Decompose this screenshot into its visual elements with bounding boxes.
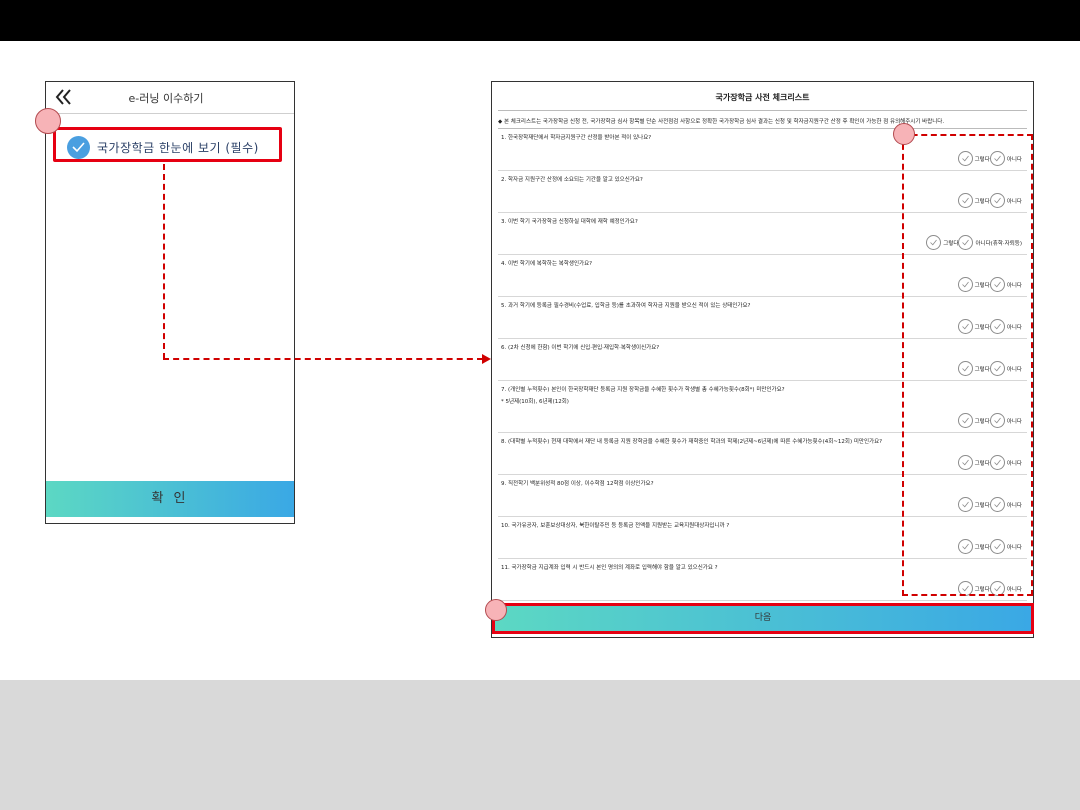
callout-marker <box>893 123 915 145</box>
callout-marker <box>485 599 507 621</box>
question-text: 10. 국가유공자, 보훈보상대상자, 북한이탈주민 등 등록금 전액을 지원받… <box>501 523 730 529</box>
question-note: * 5년제(10회), 6년제(12회) <box>501 399 569 405</box>
question-text: 9. 직전학기 백분위성적 80점 이상, 이수학점 12학점 이상인가요? <box>501 481 654 487</box>
mobile-header: e-러닝 이수하기 <box>46 82 294 114</box>
question-text: 4. 이번 학기에 복학하는 복학생인가요? <box>501 261 593 267</box>
divider <box>498 110 1027 111</box>
mobile-elearning-screen: e-러닝 이수하기 국가장학금 한눈에 보기 (필수) 확 인 <box>45 81 295 524</box>
slide-top-bar <box>0 0 1080 41</box>
question-text: 7. (개인별 누적횟수) 본인이 한국장학재단 등록금 지원 장학금을 수혜한… <box>501 387 785 393</box>
question-text: 1. 한국장학재단에서 학자금지원구간 산정을 받아본 적이 있나요? <box>501 135 652 141</box>
question-text: 5. 과거 학기에 등록금 필수경비(수업료, 입학금 등)를 초과하여 학자금… <box>501 303 751 309</box>
question-text: 11. 국가장학금 지급계좌 입력 시 반드시 본인 명의의 계좌로 입력해야 … <box>501 565 718 571</box>
required-item-button[interactable]: 국가장학금 한눈에 보기 (필수) <box>53 127 282 162</box>
question-text: 8. (대학별 누적횟수) 현재 대학에서 재단 내 등록금 지원 장학금을 수… <box>501 439 883 445</box>
checklist-notice: ◆ 본 체크리스트는 국가장학금 신청 전, 국가장학금 심사 항목별 단순 사… <box>498 119 945 125</box>
mobile-title: e-러닝 이수하기 <box>128 92 204 105</box>
checklist-title: 국가장학금 사전 체크리스트 <box>715 93 810 102</box>
callout-marker <box>35 108 61 134</box>
answer-options-highlight <box>902 134 1033 596</box>
required-item-label: 국가장학금 한눈에 보기 (필수) <box>97 141 259 155</box>
question-text: 6. (2차 신청에 한함) 이번 학기에 신입·편입·재입학·복학생이신가요? <box>501 345 660 351</box>
check-circle-icon <box>67 136 90 159</box>
slide-footer-band <box>0 680 1080 810</box>
connector-line <box>163 164 165 359</box>
next-button[interactable]: 다음 <box>492 603 1034 634</box>
question-text: 2. 학자금 지원구간 산정에 소요되는 기간을 알고 있으신가요? <box>501 177 643 183</box>
question-text: 3. 이번 학기 국가장학금 신청하실 대학에 재학 예정인가요? <box>501 219 638 225</box>
arrow-right-icon <box>482 354 491 364</box>
connector-line <box>163 358 483 360</box>
confirm-button[interactable]: 확 인 <box>46 481 294 517</box>
